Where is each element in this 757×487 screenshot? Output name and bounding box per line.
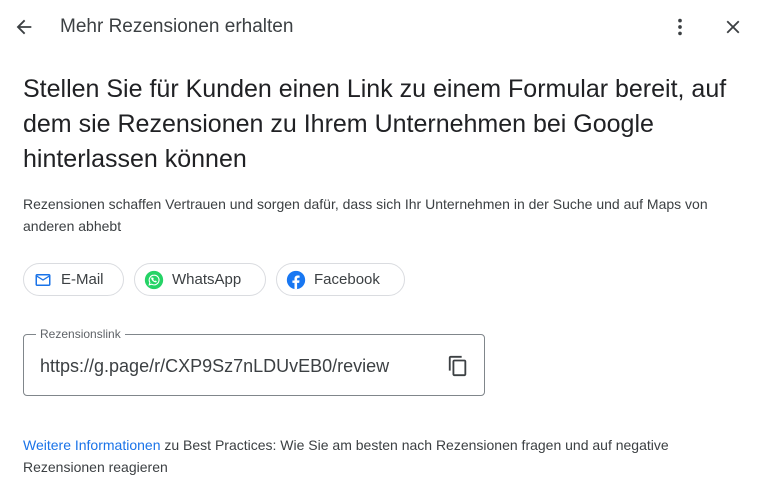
share-email-button[interactable]: E-Mail — [23, 263, 124, 296]
dialog-title: Mehr Rezensionen erhalten — [60, 16, 294, 37]
share-facebook-label: Facebook — [314, 271, 380, 288]
dialog-header: Mehr Rezensionen erhalten — [0, 0, 757, 54]
copy-link-button[interactable] — [444, 352, 472, 380]
review-link-field[interactable]: Rezensionslink https://g.page/r/CXP9Sz7n… — [23, 326, 485, 396]
more-vert-icon — [669, 16, 691, 38]
share-email-label: E-Mail — [61, 271, 104, 288]
close-icon — [722, 16, 744, 38]
back-button[interactable] — [10, 13, 38, 41]
share-whatsapp-label: WhatsApp — [172, 271, 242, 288]
arrow-back-icon — [13, 16, 35, 38]
review-link-label: Rezensionslink — [36, 326, 125, 342]
share-whatsapp-button[interactable]: WhatsApp — [134, 263, 266, 296]
mail-icon — [33, 270, 53, 290]
page-heading: Stellen Sie für Kunden einen Link zu ein… — [23, 75, 727, 173]
share-facebook-button[interactable]: Facebook — [276, 263, 405, 296]
get-more-reviews-dialog: Mehr Rezensionen erhalten Stellen Sie fü… — [0, 0, 757, 487]
copy-icon — [447, 355, 469, 377]
page-description: Rezensionen schaffen Vertrauen und sorge… — [23, 196, 708, 234]
whatsapp-icon — [144, 270, 164, 290]
close-button[interactable] — [719, 13, 747, 41]
best-practices-text: Weitere Informationen zu Best Practices:… — [23, 434, 733, 478]
review-link-value[interactable]: https://g.page/r/CXP9Sz7nLDUvEB0/review — [40, 354, 389, 378]
facebook-icon — [286, 270, 306, 290]
more-options-button[interactable] — [666, 13, 694, 41]
share-options: E-Mail WhatsApp Facebook — [23, 263, 405, 296]
learn-more-link[interactable]: Weitere Informationen — [23, 437, 160, 453]
